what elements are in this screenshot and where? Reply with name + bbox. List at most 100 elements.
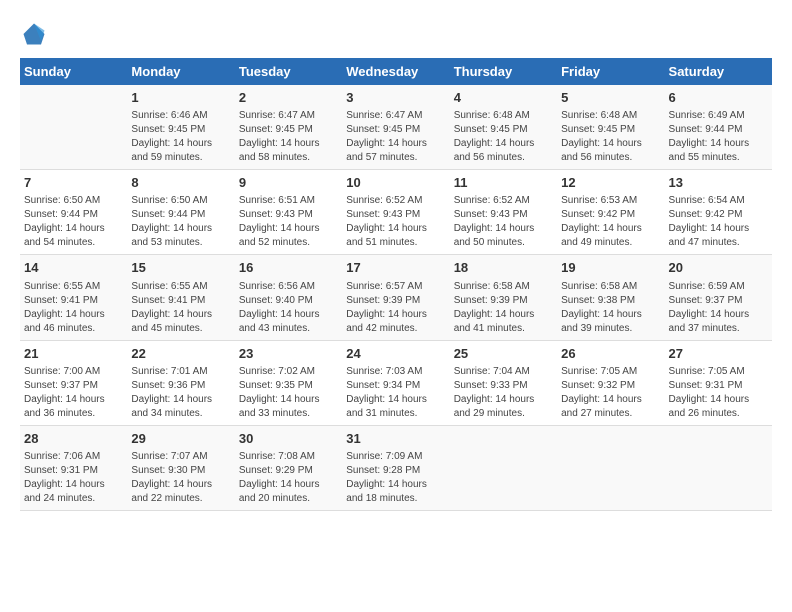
day-number: 16: [239, 259, 338, 277]
day-number: 6: [669, 89, 768, 107]
day-number: 31: [346, 430, 445, 448]
day-info: Sunrise: 7:05 AMSunset: 9:31 PMDaylight:…: [669, 365, 768, 421]
day-number: 12: [561, 174, 660, 192]
calendar-cell: 5Sunrise: 6:48 AMSunset: 9:45 PMDaylight…: [557, 85, 664, 170]
week-row-4: 21 Sunrise: 7:00 AMSunset: 9:37 PMDayligh…: [20, 340, 772, 425]
day-number: 13: [669, 174, 768, 192]
day-number: 11: [454, 174, 553, 192]
calendar-cell: 19 Sunrise: 6:58 AMSunset: 9:38 PMDayligh…: [557, 255, 664, 340]
day-info: Sunrise: 6:50 AMSunset: 9:44 PMDaylight:…: [24, 194, 123, 250]
day-number: 29: [131, 430, 230, 448]
day-info: Sunrise: 6:46 AMSunset: 9:45 PMDaylight:…: [131, 109, 230, 165]
calendar-body: 1 Sunrise: 6:46 AMSunset: 9:45 PMDaylight…: [20, 85, 772, 510]
calendar-cell: 1 Sunrise: 6:46 AMSunset: 9:45 PMDaylight…: [127, 85, 234, 170]
day-info: Sunrise: 6:57 AMSunset: 9:39 PMDaylight:…: [346, 280, 445, 336]
logo-icon: [20, 20, 48, 48]
header-row: Sunday Monday Tuesday Wednesday Thursday…: [20, 58, 772, 85]
calendar-cell: 4 Sunrise: 6:48 AMSunset: 9:45 PMDaylight…: [450, 85, 557, 170]
day-info: Sunrise: 6:58 AMSunset: 9:39 PMDaylight:…: [454, 280, 553, 336]
calendar-cell: [665, 425, 772, 510]
calendar-cell: 20 Sunrise: 6:59 AMSunset: 9:37 PMDayligh…: [665, 255, 772, 340]
day-info: Sunrise: 7:08 AMSunset: 9:29 PMDaylight:…: [239, 450, 338, 506]
calendar-cell: 23 Sunrise: 7:02 AMSunset: 9:35 PMDayligh…: [235, 340, 342, 425]
day-number: 2: [239, 89, 338, 107]
day-number: 24: [346, 345, 445, 363]
calendar-cell: [450, 425, 557, 510]
day-info: Sunrise: 6:55 AMSunset: 9:41 PMDaylight:…: [131, 280, 230, 336]
calendar-cell: 27 Sunrise: 7:05 AMSunset: 9:31 PMDayligh…: [665, 340, 772, 425]
day-info: Sunrise: 6:51 AMSunset: 9:43 PMDaylight:…: [239, 194, 338, 250]
day-number: 9: [239, 174, 338, 192]
day-number: 18: [454, 259, 553, 277]
day-info: Sunrise: 7:03 AMSunset: 9:34 PMDaylight:…: [346, 365, 445, 421]
day-info: Sunrise: 7:09 AMSunset: 9:28 PMDaylight:…: [346, 450, 445, 506]
day-info: Sunrise: 7:04 AMSunset: 9:33 PMDaylight:…: [454, 365, 553, 421]
day-info: Sunrise: 6:58 AMSunset: 9:38 PMDaylight:…: [561, 280, 660, 336]
day-info: Sunrise: 7:05 AMSunset: 9:32 PMDaylight:…: [561, 365, 660, 421]
day-number: 17: [346, 259, 445, 277]
day-number: 3: [346, 89, 445, 107]
page-header: [20, 20, 772, 48]
day-number: 8: [131, 174, 230, 192]
calendar-cell: 14 Sunrise: 6:55 AMSunset: 9:41 PMDayligh…: [20, 255, 127, 340]
week-row-1: 1 Sunrise: 6:46 AMSunset: 9:45 PMDaylight…: [20, 85, 772, 170]
day-number: 14: [24, 259, 123, 277]
logo: [20, 20, 52, 48]
col-thursday: Thursday: [450, 58, 557, 85]
calendar-cell: 6 Sunrise: 6:49 AMSunset: 9:44 PMDaylight…: [665, 85, 772, 170]
day-number: 1: [131, 89, 230, 107]
calendar-cell: 3Sunrise: 6:47 AMSunset: 9:45 PMDaylight…: [342, 85, 449, 170]
col-monday: Monday: [127, 58, 234, 85]
calendar-cell: 22 Sunrise: 7:01 AMSunset: 9:36 PMDayligh…: [127, 340, 234, 425]
day-info: Sunrise: 6:55 AMSunset: 9:41 PMDaylight:…: [24, 280, 123, 336]
week-row-3: 14 Sunrise: 6:55 AMSunset: 9:41 PMDayligh…: [20, 255, 772, 340]
day-number: 20: [669, 259, 768, 277]
col-wednesday: Wednesday: [342, 58, 449, 85]
col-friday: Friday: [557, 58, 664, 85]
day-number: 28: [24, 430, 123, 448]
day-number: 21: [24, 345, 123, 363]
calendar-cell: 26 Sunrise: 7:05 AMSunset: 9:32 PMDayligh…: [557, 340, 664, 425]
day-number: 15: [131, 259, 230, 277]
day-info: Sunrise: 7:01 AMSunset: 9:36 PMDaylight:…: [131, 365, 230, 421]
calendar-cell: 12 Sunrise: 6:53 AMSunset: 9:42 PMDayligh…: [557, 170, 664, 255]
calendar-cell: 29 Sunrise: 7:07 AMSunset: 9:30 PMDayligh…: [127, 425, 234, 510]
calendar-cell: [20, 85, 127, 170]
calendar-cell: 13 Sunrise: 6:54 AMSunset: 9:42 PMDayligh…: [665, 170, 772, 255]
calendar-cell: 7Sunrise: 6:50 AMSunset: 9:44 PMDaylight…: [20, 170, 127, 255]
day-info: Sunrise: 6:59 AMSunset: 9:37 PMDaylight:…: [669, 280, 768, 336]
day-info: Sunrise: 7:02 AMSunset: 9:35 PMDaylight:…: [239, 365, 338, 421]
week-row-2: 7Sunrise: 6:50 AMSunset: 9:44 PMDaylight…: [20, 170, 772, 255]
day-info: Sunrise: 6:48 AMSunset: 9:45 PMDaylight:…: [561, 109, 660, 165]
day-info: Sunrise: 6:56 AMSunset: 9:40 PMDaylight:…: [239, 280, 338, 336]
day-number: 22: [131, 345, 230, 363]
calendar-cell: 15 Sunrise: 6:55 AMSunset: 9:41 PMDayligh…: [127, 255, 234, 340]
calendar-cell: 21 Sunrise: 7:00 AMSunset: 9:37 PMDayligh…: [20, 340, 127, 425]
calendar-cell: 24 Sunrise: 7:03 AMSunset: 9:34 PMDayligh…: [342, 340, 449, 425]
calendar-cell: 2Sunrise: 6:47 AMSunset: 9:45 PMDaylight…: [235, 85, 342, 170]
day-info: Sunrise: 6:48 AMSunset: 9:45 PMDaylight:…: [454, 109, 553, 165]
day-number: 25: [454, 345, 553, 363]
calendar-table: Sunday Monday Tuesday Wednesday Thursday…: [20, 58, 772, 511]
day-number: 4: [454, 89, 553, 107]
day-info: Sunrise: 6:53 AMSunset: 9:42 PMDaylight:…: [561, 194, 660, 250]
calendar-cell: 28 Sunrise: 7:06 AMSunset: 9:31 PMDayligh…: [20, 425, 127, 510]
day-info: Sunrise: 6:49 AMSunset: 9:44 PMDaylight:…: [669, 109, 768, 165]
day-info: Sunrise: 7:06 AMSunset: 9:31 PMDaylight:…: [24, 450, 123, 506]
day-info: Sunrise: 6:54 AMSunset: 9:42 PMDaylight:…: [669, 194, 768, 250]
day-number: 10: [346, 174, 445, 192]
calendar-cell: 16 Sunrise: 6:56 AMSunset: 9:40 PMDayligh…: [235, 255, 342, 340]
calendar-cell: 17 Sunrise: 6:57 AMSunset: 9:39 PMDayligh…: [342, 255, 449, 340]
day-info: Sunrise: 7:07 AMSunset: 9:30 PMDaylight:…: [131, 450, 230, 506]
col-sunday: Sunday: [20, 58, 127, 85]
calendar-cell: 25 Sunrise: 7:04 AMSunset: 9:33 PMDayligh…: [450, 340, 557, 425]
day-info: Sunrise: 6:50 AMSunset: 9:44 PMDaylight:…: [131, 194, 230, 250]
day-number: 27: [669, 345, 768, 363]
day-info: Sunrise: 7:00 AMSunset: 9:37 PMDaylight:…: [24, 365, 123, 421]
calendar-cell: 11Sunrise: 6:52 AMSunset: 9:43 PMDayligh…: [450, 170, 557, 255]
col-tuesday: Tuesday: [235, 58, 342, 85]
day-number: 26: [561, 345, 660, 363]
day-number: 23: [239, 345, 338, 363]
day-number: 19: [561, 259, 660, 277]
calendar-cell: 31 Sunrise: 7:09 AMSunset: 9:28 PMDayligh…: [342, 425, 449, 510]
